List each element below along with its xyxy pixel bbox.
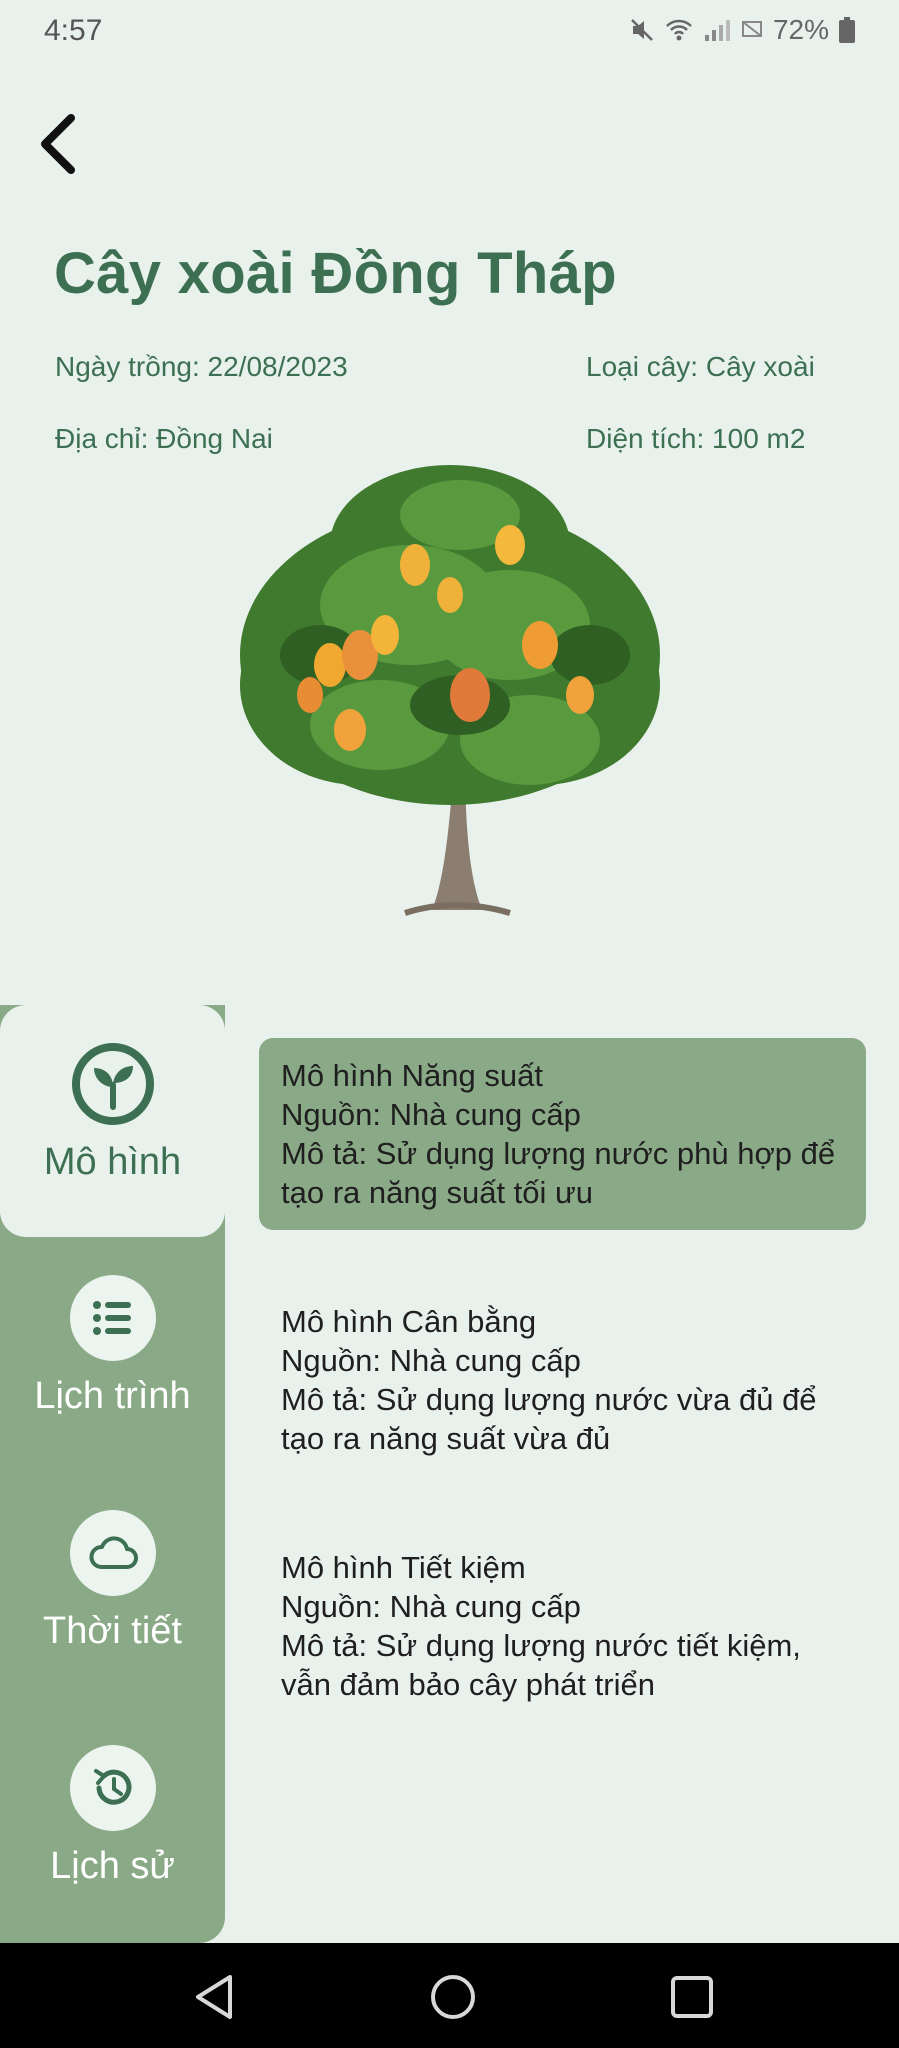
no-sim-icon [741, 19, 763, 41]
model-card-productivity[interactable]: Mô hình Năng suất Nguồn: Nhà cung cấp Mô… [259, 1038, 866, 1230]
back-button[interactable] [30, 108, 86, 180]
nav-recents-button[interactable] [662, 1967, 722, 2027]
sidebar-item-models[interactable]: Mô hình [0, 1005, 225, 1237]
sidebar-item-schedule[interactable]: Lịch trình [0, 1275, 225, 1418]
system-nav-bar [0, 1943, 899, 2048]
triangle-back-icon [196, 1975, 232, 2019]
model-name: Mô hình Cân bằng [281, 1304, 537, 1339]
wifi-icon [665, 17, 693, 43]
history-icon [69, 1745, 156, 1831]
sidebar-item-label: Mô hình [43, 1141, 182, 1183]
planting-date: Ngày trồng: 22/08/2023 [55, 351, 348, 382]
model-name: Mô hình Tiết kiệm [281, 1550, 526, 1585]
chevron-left-icon [41, 114, 75, 174]
battery-level: 72% [772, 14, 829, 45]
model-source: Nguồn: Nhà cung cấp [281, 1097, 581, 1132]
sidebar-item-label: Lịch trình [34, 1375, 191, 1417]
cloud-icon [69, 1510, 156, 1596]
address: Địa chỉ: Đồng Nai [55, 423, 273, 454]
page-title: Cây xoài Đồng Tháp [54, 241, 617, 306]
sidebar-item-history[interactable]: Lịch sử [0, 1745, 225, 1888]
list-icon [69, 1275, 156, 1361]
model-description: Mô tả: Sử dụng lượng nước tiết kiệm, vẫn… [281, 1628, 801, 1702]
signal-icon [703, 17, 731, 43]
model-source: Nguồn: Nhà cung cấp [281, 1343, 581, 1378]
mute-icon [629, 17, 655, 43]
model-description: Mô tả: Sử dụng lượng nước phù hợp để tạo… [281, 1136, 836, 1210]
circle-home-icon [431, 1975, 475, 2019]
model-card-saving[interactable]: Mô hình Tiết kiệm Nguồn: Nhà cung cấp Mô… [259, 1530, 866, 1722]
status-time: 4:57 [44, 14, 103, 47]
status-icons: 72% [629, 14, 855, 46]
sidebar: Mô hình Lịch trình Thời tiết Lịch sử [0, 1005, 225, 1943]
nav-back-button[interactable] [184, 1967, 244, 2027]
square-recents-icon [671, 1976, 713, 2018]
status-bar: 4:57 72% [0, 0, 899, 64]
sidebar-item-weather[interactable]: Thời tiết [0, 1510, 225, 1653]
sidebar-item-label: Thời tiết [43, 1610, 182, 1652]
plant-type: Loại cây: Cây xoài [586, 351, 815, 382]
sidebar-item-label: Lịch sử [50, 1845, 175, 1887]
area: Diện tích: 100 m2 [586, 423, 806, 454]
sprout-icon [70, 1041, 156, 1127]
mango-tree-image [210, 455, 690, 925]
nav-home-button[interactable] [423, 1967, 483, 2027]
model-name: Mô hình Năng suất [281, 1058, 543, 1093]
battery-icon [839, 17, 855, 43]
model-description: Mô tả: Sử dụng lượng nước vừa đủ để tạo … [281, 1382, 817, 1456]
model-source: Nguồn: Nhà cung cấp [281, 1589, 581, 1624]
model-card-balanced[interactable]: Mô hình Cân bằng Nguồn: Nhà cung cấp Mô … [259, 1284, 866, 1476]
